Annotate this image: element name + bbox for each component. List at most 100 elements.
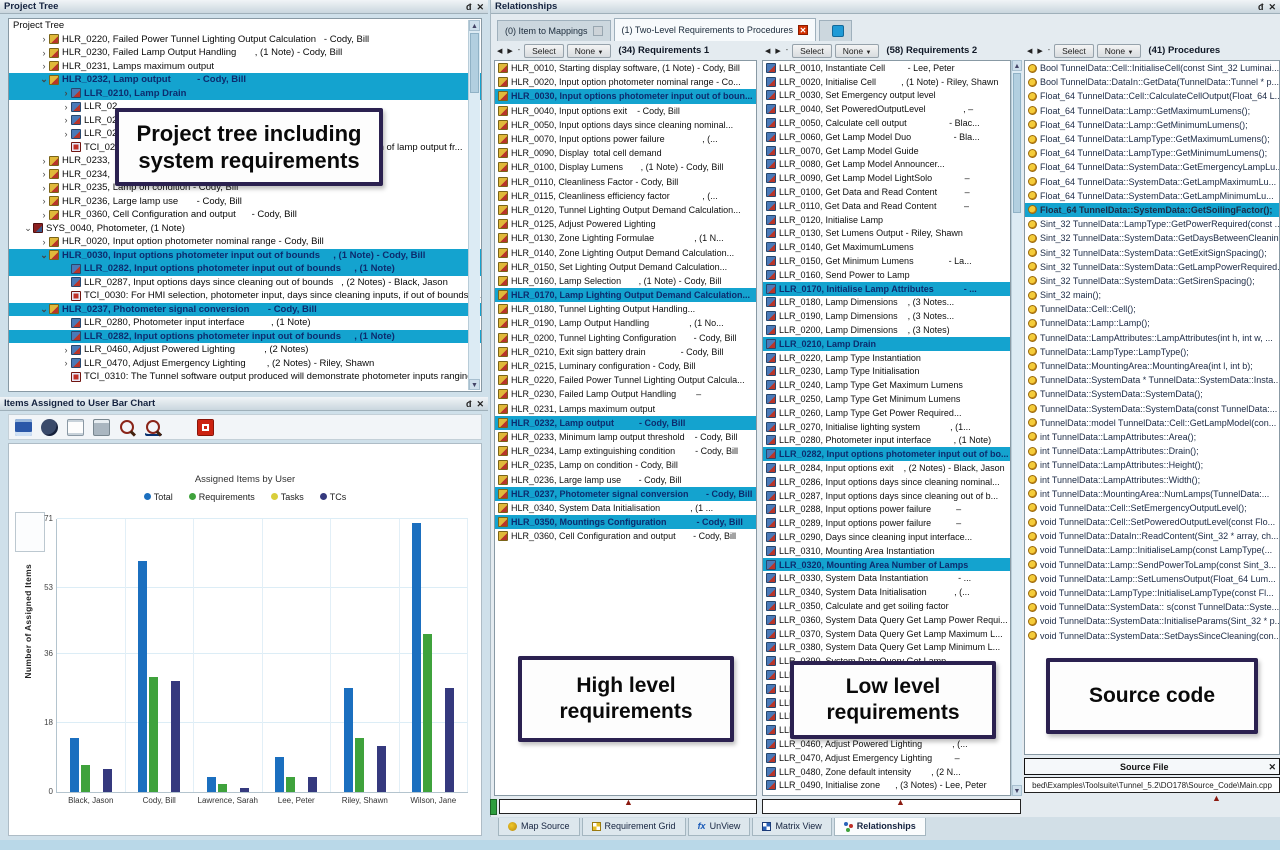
list-item[interactable]: LLR_0340, System Data Initialisation , (… — [763, 585, 1010, 599]
list-item[interactable]: HLR_0190, Lamp Output Handling , (1 No..… — [495, 316, 756, 330]
list-item[interactable]: void TunnelData::Cell::SetEmergencyOutpu… — [1025, 501, 1279, 515]
expander-icon[interactable]: › — [39, 34, 49, 44]
toolbar-icon[interactable] — [119, 419, 136, 436]
scroll-marker-icon[interactable]: ▲ — [896, 798, 905, 807]
list-item[interactable]: LLR_0230, Lamp Type Initialisation — [763, 365, 1010, 379]
page-thumbnail[interactable] — [15, 512, 45, 552]
list-item[interactable]: Float_64 TunnelData::Lamp::GetMinimumLum… — [1025, 118, 1279, 132]
scroll-down-icon[interactable]: ▼ — [469, 379, 480, 390]
scroll-up-icon[interactable]: ▲ — [1012, 60, 1022, 71]
close-icon[interactable]: ✕ — [476, 399, 484, 409]
list-item[interactable]: TunnelData::SystemData * TunnelData::Sys… — [1025, 373, 1279, 387]
mapping-tab[interactable]: (0) Item to Mappings — [497, 20, 611, 41]
close-icon[interactable]: ✕ — [1268, 2, 1276, 12]
list-item[interactable]: int TunnelData::LampAttributes::Width(); — [1025, 472, 1279, 486]
expander-icon[interactable]: › — [39, 237, 49, 247]
list-item[interactable]: HLR_0160, Lamp Selection , (1 Note) - Co… — [495, 274, 756, 288]
tree-item[interactable]: › LLR_0460, Adjust Powered Lighting , (2… — [9, 343, 481, 357]
list-item[interactable]: HLR_0350, Mountings Configuration - Cody… — [495, 515, 756, 529]
list-item[interactable]: void TunnelData::Lamp::InitialiseLamp(co… — [1025, 543, 1279, 557]
toolbar-icon[interactable] — [67, 419, 84, 436]
expander-icon[interactable]: › — [61, 358, 71, 368]
expander-icon[interactable]: › — [39, 169, 49, 179]
list-item[interactable]: LLR_0350, Calculate and get soiling fact… — [763, 599, 1010, 613]
list-item[interactable]: LLR_0020, Initialise Cell , (1 Note) - R… — [763, 75, 1010, 89]
list-item[interactable]: LLR_0290, Days since cleaning input inte… — [763, 530, 1010, 544]
list-item[interactable]: Sint_32 TunnelData::SystemData::GetDaysB… — [1025, 231, 1279, 245]
dash-icon[interactable]: - — [1047, 47, 1051, 54]
list-item[interactable]: LLR_0170, Initialise Lamp Attributes - .… — [763, 282, 1010, 296]
list-item[interactable]: Float_64 TunnelData::LampType::GetMinimu… — [1025, 146, 1279, 160]
expander-icon[interactable]: › — [39, 210, 49, 220]
list-item[interactable]: void TunnelData::Lamp::SetLumensOutput(F… — [1025, 572, 1279, 586]
list-item[interactable]: LLR_0050, Calculate cell output - Blac..… — [763, 116, 1010, 130]
tree-scrollbar[interactable]: ▲ ▼ — [468, 20, 480, 390]
list-item[interactable]: LLR_0284, Input options exit , (2 Notes)… — [763, 461, 1010, 475]
tree-item[interactable]: › LLR_0470, Adjust Emergency Lighting , … — [9, 357, 481, 371]
list-item[interactable]: LLR_0250, Lamp Type Get Minimum Lumens — [763, 392, 1010, 406]
next-icon[interactable]: ▶ — [506, 47, 513, 55]
list-item[interactable]: HLR_0360, Cell Configuration and output … — [495, 529, 756, 543]
list-item[interactable]: Float_64 TunnelData::LampType::GetMaximu… — [1025, 132, 1279, 146]
scrollbar-thumb[interactable] — [1013, 73, 1021, 213]
list-item[interactable]: HLR_0233, Minimum lamp output threshold … — [495, 430, 756, 444]
toolbar-icon[interactable] — [15, 419, 32, 436]
pin-icon[interactable]: đ — [1258, 2, 1264, 12]
pin-icon[interactable]: đ — [466, 399, 472, 409]
list-item[interactable]: TunnelData::LampAttributes::LampAttribut… — [1025, 331, 1279, 345]
tab-state-icon[interactable]: ✕ — [798, 25, 808, 35]
list-item[interactable]: LLR_0360, System Data Query Get Lamp Pow… — [763, 613, 1010, 627]
list-item[interactable]: HLR_0090, Display total cell demand — [495, 146, 756, 160]
tree-item[interactable]: › HLR_0360, Cell Configuration and outpu… — [9, 208, 481, 222]
list-item[interactable]: LLR_0289, Input options power failure – — [763, 516, 1010, 530]
list-item[interactable]: LLR_0110, Get Data and Read Content – — [763, 199, 1010, 213]
list-item[interactable]: HLR_0200, Tunnel Lighting Configuration … — [495, 331, 756, 345]
tree-item[interactable]: › HLR_0230, Failed Lamp Output Handling … — [9, 46, 481, 60]
toolbar-icon[interactable] — [93, 419, 110, 436]
toolbar-icon[interactable] — [171, 419, 188, 436]
pin-icon[interactable]: đ — [466, 2, 472, 12]
list-item[interactable]: Float_64 TunnelData::SystemData::GetSoil… — [1025, 203, 1279, 217]
expander-icon[interactable]: ⌄ — [23, 223, 33, 234]
list-item[interactable]: TunnelData::model TunnelData::Cell::GetL… — [1025, 416, 1279, 430]
list-item[interactable]: void TunnelData::SystemData:: s(const Tu… — [1025, 600, 1279, 614]
tree-item[interactable]: TCI_0030: For HMI selection, photometer … — [9, 289, 481, 303]
tree-item[interactable]: ⌄ HLR_0232, Lamp output - Cody, Bill — [9, 73, 481, 87]
list-item[interactable]: void TunnelData::SystemData::InitialiseP… — [1025, 614, 1279, 628]
list-item[interactable]: HLR_0120, Tunnel Lighting Output Demand … — [495, 203, 756, 217]
list-item[interactable]: HLR_0215, Luminary configuration - Cody,… — [495, 359, 756, 373]
list-item[interactable]: HLR_0010, Starting display software, (1 … — [495, 61, 756, 75]
tree-item[interactable]: ⌄ SYS_0040, Photometer, (1 Note) — [9, 222, 481, 236]
list-item[interactable]: LLR_0150, Get Minimum Lumens - La... — [763, 254, 1010, 268]
list-item[interactable]: LLR_0060, Get Lamp Model Duo - Bla... — [763, 130, 1010, 144]
list-item[interactable]: HLR_0231, Lamps maximum output — [495, 402, 756, 416]
list-item[interactable]: HLR_0115, Cleanliness efficiency factor … — [495, 189, 756, 203]
list-item[interactable]: void TunnelData::DataIn::ReadContent(Sin… — [1025, 529, 1279, 543]
prev-icon[interactable]: ◀ — [1026, 47, 1033, 55]
list-item[interactable]: Float_64 TunnelData::Cell::CalculateCell… — [1025, 89, 1279, 103]
list-item[interactable]: HLR_0236, Large lamp use - Cody, Bill — [495, 472, 756, 486]
dash-icon[interactable]: - — [785, 47, 789, 54]
list-item[interactable]: LLR_0287, Input options days since clean… — [763, 489, 1010, 503]
list-item[interactable]: LLR_0270, Initialise lighting system , (… — [763, 420, 1010, 434]
list-item[interactable]: LLR_0480, Zone default intensity , (2 N.… — [763, 765, 1010, 779]
list-item[interactable]: HLR_0210, Exit sign battery drain - Cody… — [495, 345, 756, 359]
tree-root[interactable]: Project Tree — [9, 19, 481, 33]
expander-icon[interactable]: › — [61, 345, 71, 355]
list-item[interactable]: LLR_0090, Get Lamp Model LightSolo – — [763, 171, 1010, 185]
next-icon[interactable]: ▶ — [774, 47, 781, 55]
scroll-marker-icon[interactable]: ▲ — [1212, 794, 1221, 803]
view-tab[interactable]: fx UnView — [688, 818, 751, 836]
tree-item[interactable]: ⌄ HLR_0237, Photometer signal conversion… — [9, 303, 481, 317]
expander-icon[interactable]: › — [39, 196, 49, 206]
list-item[interactable]: int TunnelData::LampAttributes::Drain(); — [1025, 444, 1279, 458]
mapping-tab[interactable]: (1) Two-Level Requirements to Procedures… — [614, 18, 816, 41]
list-item[interactable]: int TunnelData::LampAttributes::Area(); — [1025, 430, 1279, 444]
list-item[interactable]: HLR_0125, Adjust Powered Lighting — [495, 217, 756, 231]
list-item[interactable]: HLR_0130, Zone Lighting Formulae , (1 N.… — [495, 231, 756, 245]
list-item[interactable]: LLR_0040, Set PoweredOutputLevel , – — [763, 102, 1010, 116]
tab-state-icon[interactable] — [593, 26, 603, 36]
list-item[interactable]: TunnelData::SystemData::SystemData(); — [1025, 387, 1279, 401]
toolbar-icon[interactable] — [41, 419, 58, 436]
list-item[interactable]: TunnelData::Lamp::Lamp(); — [1025, 316, 1279, 330]
